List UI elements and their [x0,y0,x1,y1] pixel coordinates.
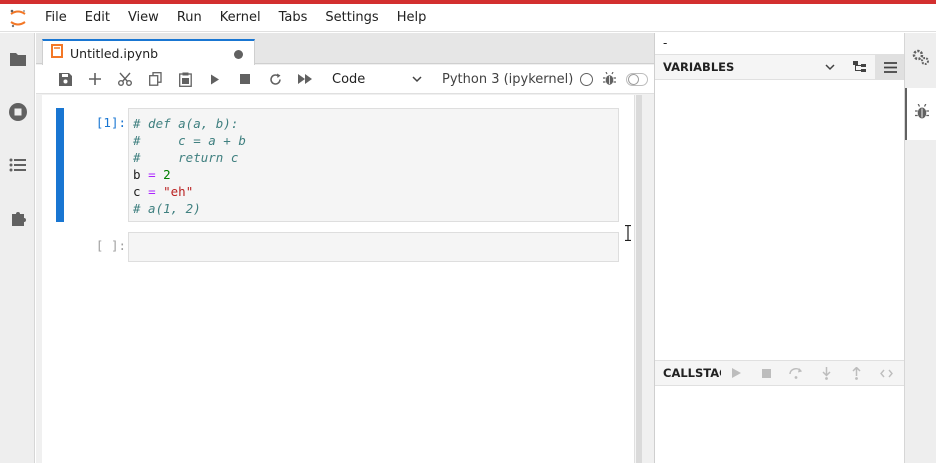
cut-button[interactable] [110,67,140,91]
code-line: # def a(a, b): [133,115,614,132]
code-token: # a(1, 2) [133,201,201,216]
running-icon[interactable] [6,100,30,124]
variables-title: VARIABLES [663,60,735,74]
menu-help[interactable]: Help [388,4,436,32]
table-view-icon[interactable] [875,55,905,79]
evaluate-code-icon[interactable] [871,361,901,385]
code-token: # def a(a, b): [133,116,239,131]
debugger-bug-icon[interactable] [602,72,616,86]
debugger-session-label: - [655,33,905,55]
notebook-panel: [1]: # def a(a, b): # c = a + b # return c… [42,95,640,463]
debugger-toggle[interactable] [626,72,649,86]
restart-button[interactable] [260,67,290,91]
folder-icon[interactable] [6,47,30,71]
code-line: b = 2 [133,166,614,183]
code-editor[interactable]: # def a(a, b): # c = a + b # return cb = 2… [128,108,619,222]
copy-button[interactable] [140,67,170,91]
property-inspector-icon[interactable] [911,47,931,71]
menu-run[interactable]: Run [168,4,211,32]
kernel-status-icon [580,72,594,86]
debugger-sidebar-tab[interactable] [905,88,936,140]
bug-icon [915,103,929,124]
code-token: # return c [133,150,239,165]
notebook-toolbar: Code Python 3 (ipykernel) [36,65,654,94]
jupyter-logo-icon [0,4,36,32]
menu-kernel[interactable]: Kernel [211,4,270,32]
notebook-scrollbar[interactable] [634,95,642,463]
code-line: # c = a + b [133,132,614,149]
cell-prompt: [1]: [95,115,126,130]
callstack-section-header[interactable]: CALLSTACK [655,360,905,386]
active-cell-indicator [56,108,64,222]
step-into-icon[interactable] [811,361,841,385]
interrupt-button[interactable] [230,67,260,91]
menu-tabs[interactable]: Tabs [270,4,317,32]
kernel-name-button[interactable]: Python 3 (ipykernel) [442,72,573,87]
code-token: # c = a + b [133,133,246,148]
unsaved-dot-icon[interactable] [234,50,243,59]
insert-cell-button[interactable] [80,67,110,91]
code-token: 2 [163,167,171,182]
code-cell-1[interactable]: [1]: # def a(a, b): # c = a + b # return c… [42,108,640,222]
code-token: = [148,167,156,182]
chevron-down-icon [412,72,422,87]
main-area: Untitled.ipynb Code Python 3 (ipykernel)… [36,33,654,463]
variables-section-header[interactable]: VARIABLES [655,54,905,80]
code-token: "eh" [163,184,194,199]
save-button[interactable] [50,67,80,91]
step-over-icon[interactable] [781,361,811,385]
terminate-icon[interactable] [751,361,781,385]
text-cursor-icon [625,224,631,242]
right-sidebar [904,33,936,463]
toc-icon[interactable] [6,153,30,177]
step-out-icon[interactable] [841,361,871,385]
code-line: c = "eh" [133,183,614,200]
menu-settings[interactable]: Settings [316,4,387,32]
chevron-down-icon[interactable] [815,55,845,79]
menu-edit[interactable]: Edit [76,4,119,32]
cell-type-value: Code [332,71,366,87]
notebook-icon [51,44,63,62]
menu-view[interactable]: View [119,4,168,32]
code-line: # return c [133,149,614,166]
tab-bar: Untitled.ipynb [36,33,654,65]
code-token: c [133,184,149,199]
tree-view-icon[interactable] [845,55,875,79]
code-line: # a(1, 2) [133,200,614,217]
paste-button[interactable] [170,67,200,91]
run-button[interactable] [200,67,230,91]
tab-untitled-notebook[interactable]: Untitled.ipynb [42,39,255,65]
cell-prompt: [ ]: [95,238,126,253]
code-token: b [133,167,149,182]
extension-icon[interactable] [6,206,30,230]
left-sidebar [0,33,35,463]
code-editor[interactable] [128,232,619,262]
code-cell-2[interactable]: [ ]: [42,232,640,262]
tab-title: Untitled.ipynb [70,45,159,61]
menubar: File Edit View Run Kernel Tabs Settings … [0,4,936,32]
menu-file[interactable]: File [36,4,76,32]
scrollbar-thumb[interactable] [636,95,642,463]
continue-icon[interactable] [721,361,751,385]
callstack-title: CALLSTACK [663,366,721,380]
restart-run-all-button[interactable] [290,67,320,91]
cell-type-select[interactable]: Code [328,72,422,87]
debugger-panel: - VARIABLES CALLSTACK [654,33,905,463]
code-token: = [148,184,156,199]
